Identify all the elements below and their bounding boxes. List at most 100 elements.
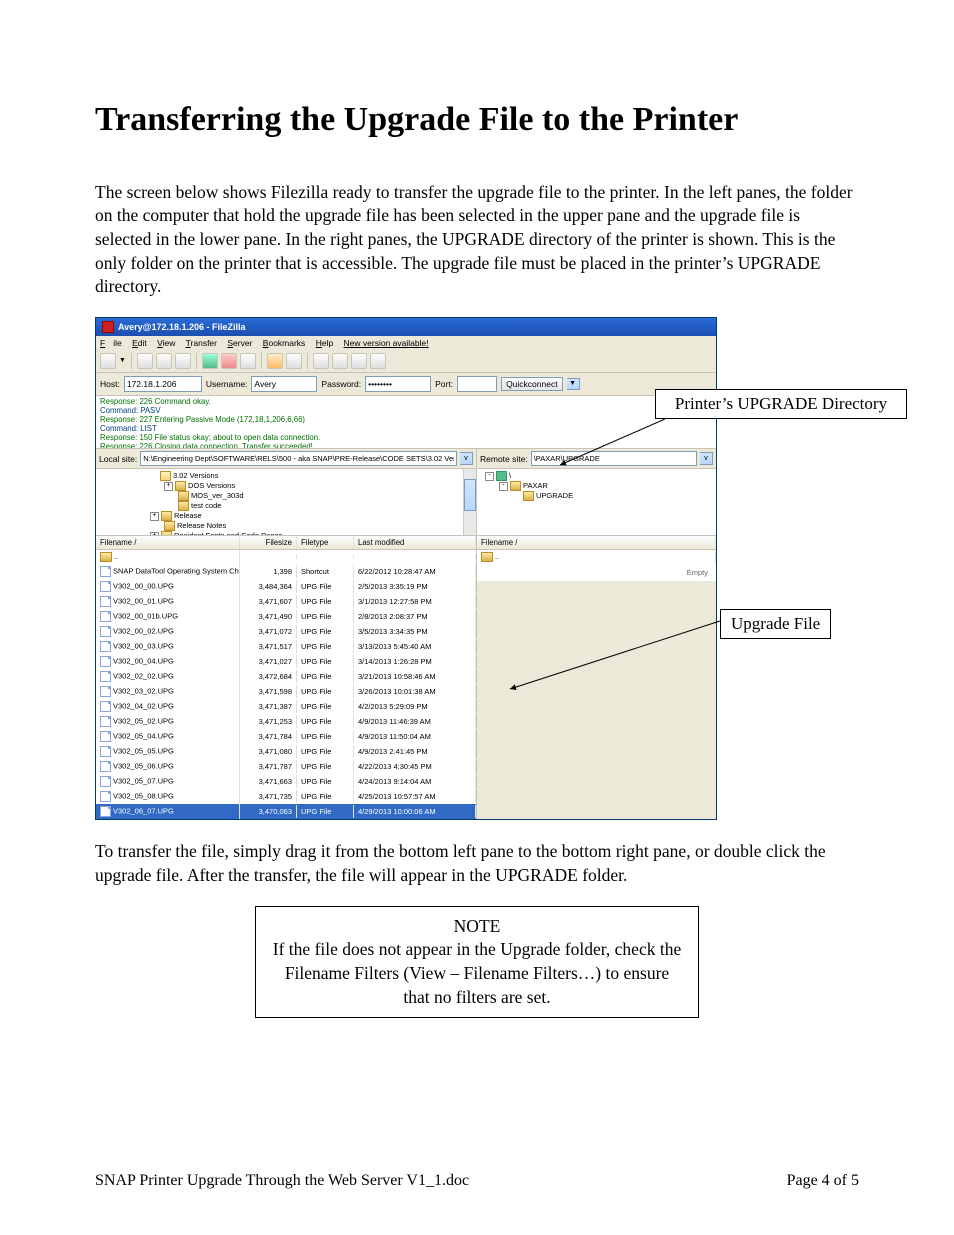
port-input[interactable] <box>457 376 497 392</box>
tree-item[interactable]: +Release <box>100 511 472 521</box>
selected-upgrade-file[interactable]: V302_06_07.UPG3,470,063UPG File4/29/2013… <box>96 804 476 819</box>
file-icon <box>100 671 111 682</box>
tree-item[interactable]: Release Notes <box>100 521 472 531</box>
parent-directory[interactable]: .. <box>96 550 476 564</box>
intro-paragraph: The screen below shows Filezilla ready t… <box>95 181 859 299</box>
disconnect-icon[interactable] <box>267 353 283 369</box>
file-icon <box>100 686 111 697</box>
remote-file-list[interactable]: .. Empty <box>477 550 716 581</box>
folder-up-icon <box>100 552 112 562</box>
local-file-list[interactable]: ..SNAP DataTool Operating System Change … <box>96 550 476 819</box>
toggle-tree-icon[interactable] <box>156 353 172 369</box>
file-icon <box>100 791 111 802</box>
scrollbar[interactable] <box>463 469 476 535</box>
menu-new-version[interactable]: New version available! <box>344 338 429 348</box>
folder-icon <box>175 481 186 491</box>
local-pane: Local site: v 3.02 Versions+DOS Versions… <box>96 449 477 819</box>
list-item[interactable]: V302_00_01b.UPG3,471,490UPG File2/8/2013… <box>96 609 476 624</box>
file-icon <box>100 611 111 622</box>
filezilla-icon <box>102 321 114 333</box>
compare-icon[interactable] <box>332 353 348 369</box>
list-item[interactable]: V302_02_02.UPG3,472,684UPG File3/21/2013… <box>96 669 476 684</box>
tree-item[interactable]: MOS_ver_303d <box>100 491 472 501</box>
toggle-log-icon[interactable] <box>137 353 153 369</box>
list-item[interactable]: V302_05_04.UPG3,471,784UPG File4/9/2013 … <box>96 729 476 744</box>
list-item[interactable]: V302_05_02.UPG3,471,253UPG File4/9/2013 … <box>96 714 476 729</box>
callout-upgrade-file: Upgrade File <box>720 609 831 639</box>
folder-icon <box>164 521 175 531</box>
toggle-queue-icon[interactable] <box>175 353 191 369</box>
list-item[interactable]: V302_03_02.UPG3,471,598UPG File3/26/2013… <box>96 684 476 699</box>
list-item[interactable]: V302_05_07.UPG3,471,663UPG File4/24/2013… <box>96 774 476 789</box>
list-item[interactable]: V302_05_06.UPG3,471,787UPG File4/22/2013… <box>96 759 476 774</box>
menu-file[interactable]: File <box>100 338 122 348</box>
note-body: If the file does not appear in the Upgra… <box>272 938 682 1009</box>
quickconnect-bar: Host: Username: Password: Port: Quickcon… <box>96 373 716 396</box>
list-item[interactable]: V302_04_02.UPG3,471,387UPG File4/2/2013 … <box>96 699 476 714</box>
dropdown-icon[interactable]: v <box>700 452 713 465</box>
quickconnect-button[interactable]: Quickconnect <box>501 377 563 391</box>
password-label: Password: <box>321 379 361 389</box>
list-item[interactable]: V302_05_08.UPG3,471,735UPG File4/25/2013… <box>96 789 476 804</box>
list-item[interactable]: V302_00_02.UPG3,471,072UPG File3/5/2013 … <box>96 624 476 639</box>
tree-item[interactable]: +DOS Versions <box>100 481 472 491</box>
empty-label: Empty <box>477 564 716 581</box>
local-tree[interactable]: 3.02 Versions+DOS VersionsMOS_ver_303dte… <box>96 469 476 536</box>
tree-item[interactable]: +Resident Fonts and Code Pages <box>100 531 472 536</box>
remote-tree[interactable]: -\-PAXARUPGRADE <box>477 469 716 536</box>
local-site-label: Local site: <box>99 454 137 464</box>
menu-view[interactable]: View <box>157 338 175 348</box>
dropdown-icon[interactable]: v <box>460 452 473 465</box>
process-queue-icon[interactable] <box>221 353 237 369</box>
folder-icon <box>523 491 534 501</box>
dropdown-icon[interactable]: ▼ <box>119 357 126 365</box>
file-icon <box>100 701 111 712</box>
list-item[interactable]: V302_00_04.UPG3,471,027UPG File3/14/2013… <box>96 654 476 669</box>
file-icon <box>100 641 111 652</box>
sync-icon[interactable] <box>351 353 367 369</box>
list-item[interactable]: V302_00_00.UPG3,484,364UPG File2/5/2013 … <box>96 579 476 594</box>
file-icon <box>100 731 111 742</box>
tree-item[interactable]: test code <box>100 501 472 511</box>
page-title: Transferring the Upgrade File to the Pri… <box>95 100 859 141</box>
search-icon[interactable] <box>370 353 386 369</box>
port-label: Port: <box>435 379 453 389</box>
file-icon <box>100 596 111 607</box>
list-item[interactable]: V302_00_01.UPG3,471,607UPG File3/1/2013 … <box>96 594 476 609</box>
tree-item[interactable]: 3.02 Versions <box>100 471 472 481</box>
note-box: NOTE If the file does not appear in the … <box>255 906 699 1019</box>
menu-server[interactable]: Server <box>227 338 252 348</box>
quickconnect-dropdown-icon[interactable]: ▼ <box>567 378 580 390</box>
menu-transfer[interactable]: Transfer <box>186 338 217 348</box>
folder-icon <box>161 511 172 521</box>
arrow-icon <box>555 417 675 477</box>
cancel-icon[interactable] <box>240 353 256 369</box>
refresh-icon[interactable] <box>202 353 218 369</box>
window-titlebar[interactable]: Avery@172.18.1.206 - FileZilla <box>96 318 716 336</box>
menu-help[interactable]: Help <box>316 338 333 348</box>
reconnect-icon[interactable] <box>286 353 302 369</box>
password-input[interactable] <box>365 376 431 392</box>
host-label: Host: <box>100 379 120 389</box>
folder-up-icon <box>481 552 493 562</box>
menu-edit[interactable]: Edit <box>132 338 147 348</box>
list-item[interactable]: SNAP DataTool Operating System Change Hi… <box>96 564 476 579</box>
parent-directory[interactable]: .. <box>477 550 716 564</box>
filezilla-screenshot: Avery@172.18.1.206 - FileZilla File Edit… <box>95 317 717 821</box>
tree-item[interactable]: UPGRADE <box>481 491 712 501</box>
file-icon <box>100 626 111 637</box>
footer-left: SNAP Printer Upgrade Through the Web Ser… <box>95 1172 469 1190</box>
tree-item[interactable]: -PAXAR <box>481 481 712 491</box>
menu-bar[interactable]: File Edit View Transfer Server Bookmarks… <box>96 336 716 350</box>
list-item[interactable]: V302_00_03.UPG3,471,517UPG File3/13/2013… <box>96 639 476 654</box>
local-path-input[interactable] <box>140 451 457 466</box>
local-list-header[interactable]: Filename / Filesize Filetype Last modifi… <box>96 536 476 550</box>
site-manager-icon[interactable] <box>100 353 116 369</box>
menu-bookmarks[interactable]: Bookmarks <box>263 338 306 348</box>
username-label: Username: <box>206 379 248 389</box>
username-input[interactable] <box>251 376 317 392</box>
list-item[interactable]: V302_05_05.UPG3,471,080UPG File4/9/2013 … <box>96 744 476 759</box>
filter-icon[interactable] <box>313 353 329 369</box>
remote-list-header[interactable]: Filename / <box>477 536 716 550</box>
host-input[interactable] <box>124 376 202 392</box>
